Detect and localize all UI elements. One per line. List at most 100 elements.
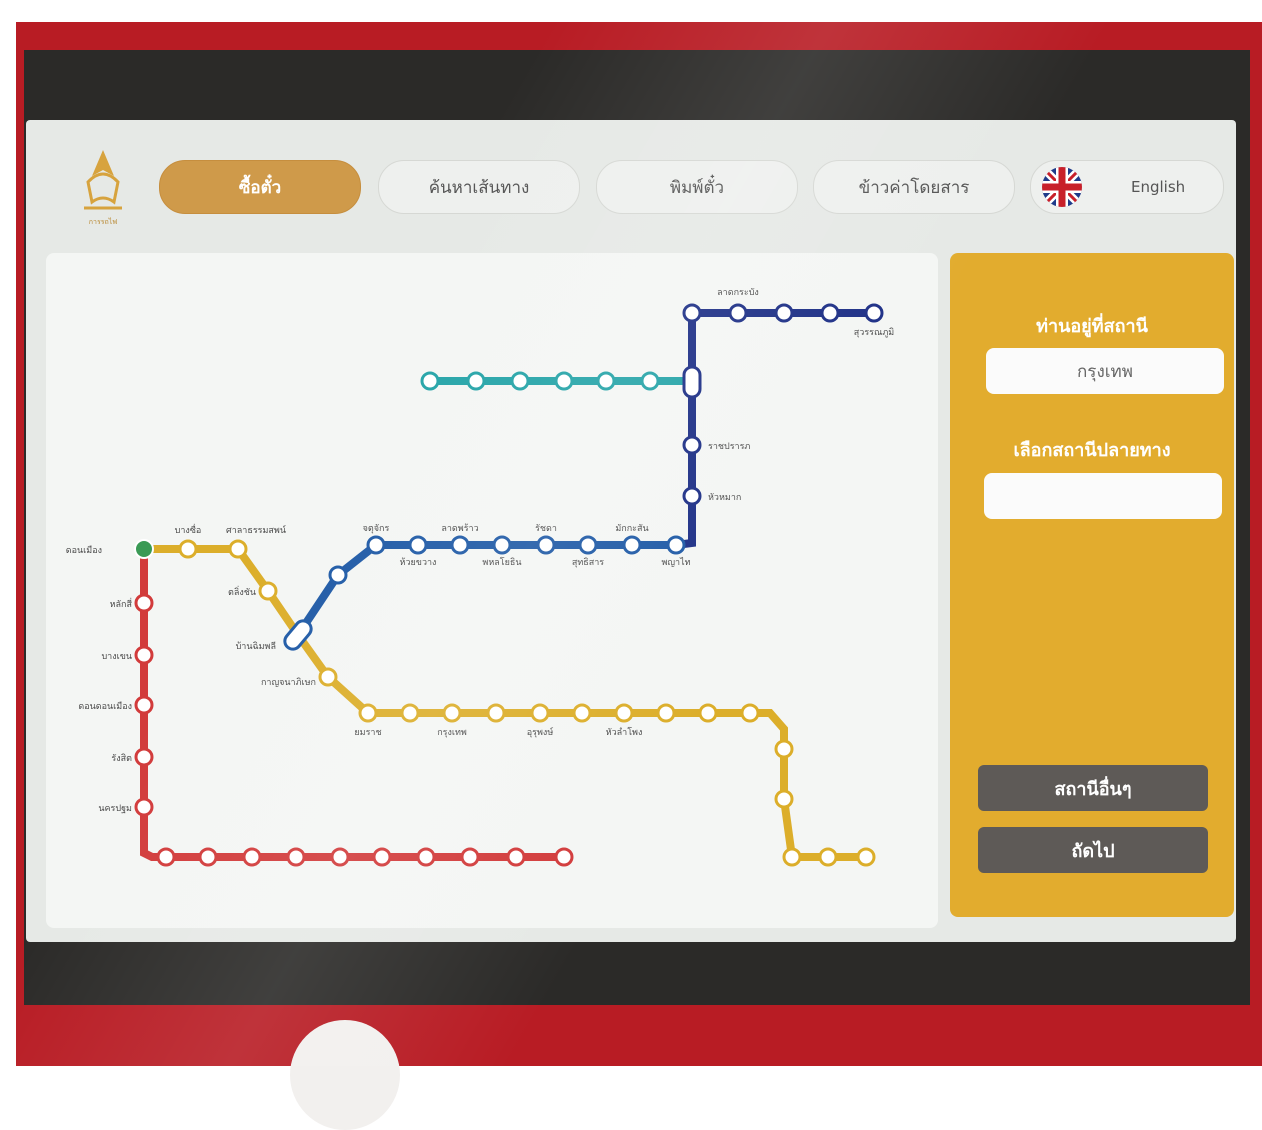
station-label: สุทธิสาร (572, 557, 604, 568)
station-marker[interactable] (242, 847, 262, 867)
station-marker[interactable] (328, 565, 348, 585)
station-marker[interactable] (578, 535, 598, 555)
station-marker[interactable] (572, 703, 592, 723)
station-marker[interactable] (536, 535, 556, 555)
station-label: บางเขน (101, 652, 132, 662)
station-marker[interactable] (286, 847, 306, 867)
station-marker[interactable] (420, 371, 440, 391)
station-marker[interactable] (622, 535, 642, 555)
station-marker[interactable] (450, 535, 470, 555)
interchange-station-marker[interactable] (682, 365, 702, 399)
station-marker[interactable] (864, 303, 884, 323)
destination-field[interactable] (984, 473, 1222, 519)
tab-fare-info[interactable]: ข้าวค่าโดยสาร (813, 160, 1015, 214)
station-marker[interactable] (820, 303, 840, 323)
station-marker[interactable] (442, 703, 462, 723)
tab-label: ข้าวค่าโดยสาร (858, 177, 970, 198)
route-map-panel: ดอนเมือง หลักสี่ บางเขน ดอนดอนเมือง รังส… (46, 253, 938, 928)
station-marker[interactable] (554, 847, 574, 867)
station-marker[interactable] (466, 371, 486, 391)
current-station-value: กรุงเทพ (1077, 361, 1133, 382)
station-label: ลาดพร้าว (441, 523, 478, 534)
language-button[interactable]: English (1030, 160, 1224, 214)
station-marker[interactable] (460, 847, 480, 867)
station-label: ตลิ่งชัน (228, 585, 256, 598)
station-marker[interactable] (318, 667, 338, 687)
station-marker[interactable] (408, 535, 428, 555)
station-marker[interactable] (682, 303, 702, 323)
tab-label: ค้นหาเส้นทาง (428, 177, 530, 198)
station-marker[interactable] (510, 371, 530, 391)
station-label: กาญจนาภิเษก (261, 677, 316, 688)
station-marker[interactable] (134, 747, 154, 767)
tab-print-ticket[interactable]: พิมพ์ตั๋ว (596, 160, 798, 214)
station-marker[interactable] (258, 581, 278, 601)
station-marker[interactable] (506, 847, 526, 867)
station-marker[interactable] (372, 847, 392, 867)
station-marker[interactable] (530, 703, 550, 723)
station-marker[interactable] (156, 847, 176, 867)
station-label: หัวลำโพง (606, 727, 643, 738)
station-label: กรุงเทพ (437, 728, 467, 738)
station-label: จตุจักร (363, 524, 390, 534)
tab-route-search[interactable]: ค้นหาเส้นทาง (378, 160, 580, 214)
station-marker[interactable] (818, 847, 838, 867)
station-marker[interactable] (640, 371, 660, 391)
station-marker[interactable] (134, 695, 154, 715)
navy-line-south (675, 381, 696, 549)
station-marker[interactable] (596, 371, 616, 391)
station-label: ดอนดอนเมือง (78, 701, 132, 712)
station-label: พหลโยธิน (482, 557, 521, 568)
station-marker[interactable] (134, 593, 154, 613)
station-label: หัวหมาก (708, 493, 741, 503)
station-marker[interactable] (178, 539, 198, 559)
station-marker[interactable] (134, 645, 154, 665)
station-marker[interactable] (366, 535, 386, 555)
station-marker[interactable] (698, 703, 718, 723)
station-label: มักกะสัน (615, 524, 648, 534)
station-marker[interactable] (682, 486, 702, 506)
tab-label: ซื้อตั๋ว (238, 177, 282, 198)
route-map: ดอนเมือง หลักสี่ บางเขน ดอนดอนเมือง รังส… (66, 288, 894, 867)
other-stations-button[interactable]: สถานีอื่นๆ (978, 765, 1208, 811)
station-label: ศาลาธรรมสพน์ (226, 524, 286, 536)
station-marker[interactable] (666, 535, 686, 555)
station-marker[interactable] (358, 703, 378, 723)
station-marker[interactable] (486, 703, 506, 723)
station-marker[interactable] (774, 303, 794, 323)
current-station-field: กรุงเทพ (986, 348, 1224, 394)
station-label: บ้านฉิมพลี (236, 641, 276, 652)
station-label: บางซื่อ (175, 523, 202, 536)
station-label: รัชดา (535, 524, 557, 534)
station-marker[interactable] (134, 797, 154, 817)
station-marker[interactable] (198, 847, 218, 867)
navy-stations (682, 303, 884, 506)
station-marker[interactable] (728, 303, 748, 323)
station-label: อุรุพงษ์ (527, 726, 554, 738)
tab-buy-ticket[interactable]: ซื้อตั๋ว (159, 160, 361, 214)
station-marker[interactable] (554, 371, 574, 391)
station-label: ยมราช (354, 728, 381, 738)
station-marker[interactable] (774, 739, 794, 759)
station-marker[interactable] (656, 703, 676, 723)
station-marker[interactable] (492, 535, 512, 555)
station-marker[interactable] (740, 703, 760, 723)
station-marker[interactable] (856, 847, 876, 867)
navy-line (688, 309, 874, 381)
station-marker[interactable] (228, 539, 248, 559)
other-stations-label: สถานีอื่นๆ (1054, 778, 1132, 800)
station-marker[interactable] (782, 847, 802, 867)
current-station-marker[interactable] (134, 539, 154, 559)
station-marker[interactable] (416, 847, 436, 867)
station-marker[interactable] (682, 435, 702, 455)
station-marker[interactable] (614, 703, 634, 723)
station-label: ลาดกระบัง (717, 288, 759, 298)
kiosk-bottom-sticker (290, 1020, 400, 1130)
station-marker[interactable] (400, 703, 420, 723)
station-marker[interactable] (330, 847, 350, 867)
next-button[interactable]: ถัดไป (978, 827, 1208, 873)
railway-logo-icon: การรถไฟ (74, 146, 132, 230)
station-marker[interactable] (774, 789, 794, 809)
station-label: สุวรรณภูมิ (854, 327, 894, 338)
station-label: ดอนเมือง (66, 545, 102, 556)
